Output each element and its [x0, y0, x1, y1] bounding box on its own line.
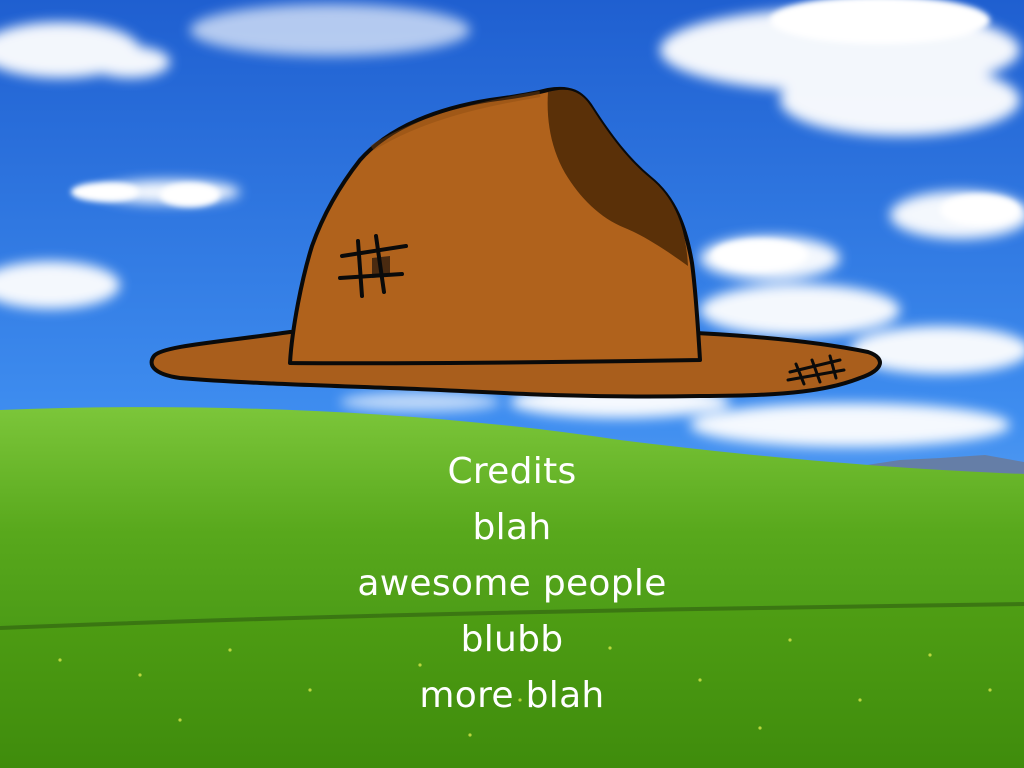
credits-line: awesome people: [357, 563, 667, 604]
hat-graphic: [149, 86, 882, 399]
credits-screen: Credits blah awesome people blubb more b…: [0, 0, 1024, 768]
credits-title: Credits: [447, 451, 577, 492]
credits-list: Credits blah awesome people blubb more b…: [262, 444, 762, 724]
credits-line: blubb: [460, 619, 564, 660]
credits-line: blah: [472, 507, 552, 548]
credits-line: more blah: [419, 675, 605, 716]
